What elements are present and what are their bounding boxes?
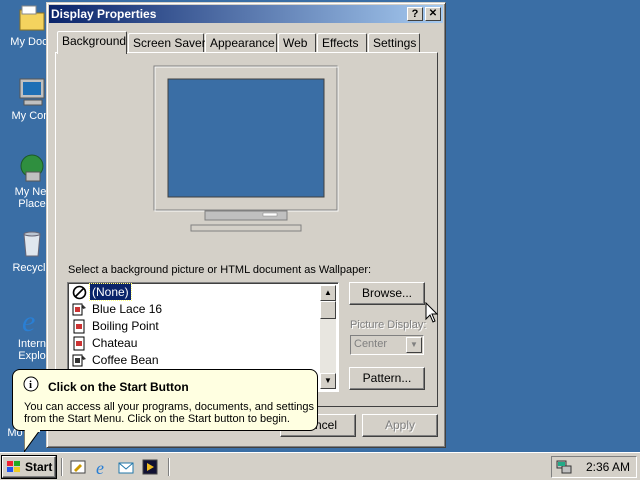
outlook-express-icon[interactable] [118,459,134,475]
system-tray: 2:36 AM [551,456,637,478]
internet-explorer-icon: e [16,304,48,338]
paint-icon [72,354,86,367]
show-desktop-icon[interactable] [70,459,86,475]
svg-text:e: e [96,458,104,476]
windows-logo-icon [7,461,20,472]
apply-button[interactable]: Apply [362,414,438,437]
clock[interactable]: 2:36 AM [586,460,630,474]
picture-display-select[interactable]: Center ▼ [350,335,424,355]
mouse-cursor-icon [425,302,439,323]
html-doc-icon [73,319,85,334]
list-item-label: Boiling Point [92,319,159,333]
title-bar[interactable]: Display Properties ? ✕ [49,5,443,23]
monitor-preview [153,65,339,235]
close-button[interactable]: ✕ [425,7,441,21]
balloon-body-line2: from the Start Menu. Click on the Start … [24,413,290,425]
taskbar: Start e 2:36 AM [0,452,640,480]
media-player-icon[interactable] [142,459,158,475]
paint-icon [72,303,86,316]
close-icon: ✕ [428,8,438,19]
window-title: Display Properties [51,7,157,21]
balloon-body-line1: You can access all your programs, docume… [24,401,315,413]
taskbar-divider [61,458,63,476]
balloon-title: Click on the Start Button [48,380,189,394]
pattern-button[interactable]: Pattern... [349,367,425,390]
picture-display-label: Picture Display: [350,319,427,331]
start-label: Start [25,460,53,474]
help-icon: ? [411,8,419,20]
tab-settings[interactable]: Settings [368,33,420,52]
start-tip-balloon[interactable]: i Click on the Start Button You can acce… [12,369,318,431]
help-button[interactable]: ? [407,7,423,21]
wallpaper-label: Select a background picture or HTML docu… [68,264,372,276]
browse-button[interactable]: Browse... [349,282,425,305]
list-item-label: Coffee Bean [92,353,159,367]
balloon-pointer [24,430,41,453]
chevron-down-icon[interactable]: ▼ [406,337,422,353]
list-item-label: Chateau [92,336,138,350]
svg-text:i: i [29,379,32,391]
svg-text:e: e [22,305,35,336]
list-item-label: (None) [89,283,132,301]
folder-icon [16,2,48,34]
tab-screen-saver[interactable]: Screen Saver [128,33,206,52]
network-tray-icon[interactable] [556,459,572,475]
tab-background[interactable]: Background [57,31,127,54]
scroll-up-button[interactable]: ▲ [320,285,336,301]
network-icon [16,152,48,184]
start-button[interactable]: Start [1,455,57,479]
scroll-thumb[interactable] [320,301,336,319]
tab-web[interactable]: Web [278,33,316,52]
recycle-bin-icon [16,228,48,260]
internet-explorer-icon[interactable]: e [94,458,112,476]
html-doc-icon [73,336,85,351]
scroll-down-button[interactable]: ▼ [320,373,336,389]
list-scrollbar[interactable]: ▲ ▼ [320,285,336,389]
none-icon [72,285,87,300]
picture-display-value: Center [354,338,388,350]
computer-icon [16,76,48,108]
info-icon: i [23,376,39,392]
tab-appearance[interactable]: Appearance [205,33,277,52]
list-item-label: Blue Lace 16 [92,302,163,316]
tab-effects[interactable]: Effects [317,33,367,52]
taskbar-divider [168,458,170,476]
